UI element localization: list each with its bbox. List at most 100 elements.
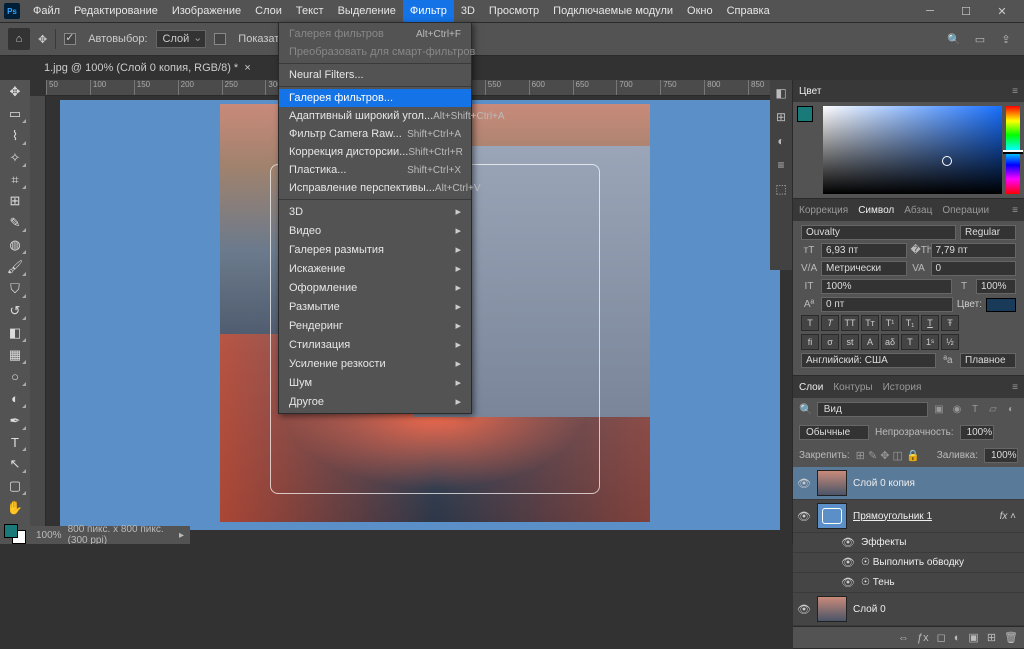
lasso-tool[interactable]: ⌇ (3, 126, 27, 146)
menu-фильтр[interactable]: Фильтр (403, 0, 454, 22)
menuitem[interactable]: Фильтр Camera Raw...Shift+Ctrl+A (279, 125, 471, 143)
kerning[interactable]: Метрически (821, 261, 907, 276)
move-tool[interactable]: ✥ (3, 82, 27, 102)
italic-button[interactable]: T (821, 315, 839, 331)
fx-icon[interactable]: ƒx (917, 632, 929, 644)
stamp-tool[interactable]: ⛉ (3, 279, 27, 299)
share-icon[interactable]: ⇪ (996, 29, 1016, 49)
text-color-swatch[interactable] (986, 298, 1016, 312)
menuitem[interactable]: Искажение▸ (279, 259, 471, 278)
dodge-tool[interactable]: ◐ (3, 389, 27, 409)
bold-button[interactable]: T (801, 315, 819, 331)
menuitem[interactable]: Стилизация▸ (279, 335, 471, 354)
color-spectrum[interactable] (823, 106, 1002, 194)
menuitem[interactable]: Neural Filters... (279, 66, 471, 84)
panel-tab[interactable]: Символ (858, 205, 894, 216)
visibility-icon[interactable]: 👁 (841, 536, 855, 549)
brush-tool[interactable]: 🖌 (3, 257, 27, 277)
eyedropper-tool[interactable]: ✎ (3, 213, 27, 233)
wand-tool[interactable]: ✧ (3, 148, 27, 168)
pen-tool[interactable]: ✒ (3, 411, 27, 431)
menu-файл[interactable]: Файл (26, 0, 67, 22)
filter-icon[interactable]: ▣ (932, 403, 946, 417)
color-swatch[interactable] (4, 524, 26, 544)
search-icon[interactable]: 🔍 (944, 29, 964, 49)
adjust-icon[interactable]: ◐ (954, 632, 961, 644)
font-size[interactable]: 6,93 пт (821, 243, 907, 258)
eraser-tool[interactable]: ◧ (3, 323, 27, 343)
lock-icon[interactable]: ⊞ ✎ ✥ ◫ 🔒 (856, 449, 920, 462)
home-button[interactable]: ⌂ (8, 28, 30, 50)
menu-редактирование[interactable]: Редактирование (67, 0, 165, 22)
lig-button[interactable]: fi (801, 334, 819, 350)
crop-tool[interactable]: ⌗ (3, 170, 27, 190)
dock-icon[interactable]: ⬚ (775, 182, 786, 196)
foreground-swatch[interactable] (797, 106, 813, 122)
font-style[interactable]: Regular (960, 225, 1016, 240)
panel-tab[interactable]: История (883, 382, 922, 393)
menuitem[interactable]: Шум▸ (279, 373, 471, 392)
menuitem[interactable]: Видео▸ (279, 221, 471, 240)
dock-icon[interactable]: ≡ (777, 158, 784, 172)
visibility-icon[interactable]: 👁 (797, 603, 811, 616)
panel-tab[interactable]: Слои (799, 382, 823, 393)
panel-menu-icon[interactable]: ≡ (1012, 86, 1018, 97)
gradient-tool[interactable]: ▦ (3, 345, 27, 365)
menu-выделение[interactable]: Выделение (331, 0, 403, 22)
super-button[interactable]: T¹ (881, 315, 899, 331)
menu-просмотр[interactable]: Просмотр (482, 0, 546, 22)
menu-изображение[interactable]: Изображение (165, 0, 248, 22)
menu-слои[interactable]: Слои (248, 0, 289, 22)
link-icon[interactable]: ⇔ (898, 632, 909, 644)
menuitem[interactable]: 3D▸ (279, 202, 471, 221)
layer-row[interactable]: 👁Слой 0 (793, 593, 1024, 626)
menu-окно[interactable]: Окно (680, 0, 720, 22)
path-tool[interactable]: ↖ (3, 454, 27, 474)
hue-slider[interactable] (1006, 106, 1020, 194)
menuitem[interactable]: Оформление▸ (279, 278, 471, 297)
antialias[interactable]: Плавное (960, 353, 1016, 368)
document-tab[interactable]: 1.jpg @ 100% (Слой 0 копия, RGB/8) * × (34, 58, 261, 78)
layer-row[interactable]: 👁Эффекты (793, 533, 1024, 553)
menuitem[interactable]: Адаптивный широкий угол...Alt+Shift+Ctrl… (279, 107, 471, 125)
mask-icon[interactable]: ◻ (937, 631, 946, 644)
layer-row[interactable]: 👁☉ Выполнить обводку (793, 553, 1024, 573)
marquee-tool[interactable]: ▭ (3, 104, 27, 124)
dock-icon[interactable]: ◐ (777, 134, 784, 148)
menuitem[interactable]: Галерея фильтров... (279, 89, 471, 107)
close-button[interactable]: ✕ (984, 5, 1020, 18)
underline-button[interactable]: T (921, 315, 939, 331)
heal-tool[interactable]: ◍ (3, 235, 27, 255)
panel-tab[interactable]: Контуры (833, 382, 872, 393)
menuitem[interactable]: Размытие▸ (279, 297, 471, 316)
panel-menu-icon[interactable]: ≡ (1012, 205, 1018, 216)
autoselect-dropdown[interactable]: Слой (156, 30, 207, 48)
panel-tab[interactable]: Коррекция (799, 205, 848, 216)
menuitem[interactable]: Усиление резкости▸ (279, 354, 471, 373)
smallcaps-button[interactable]: Tт (861, 315, 879, 331)
shape-tool[interactable]: ▢ (3, 476, 27, 496)
menuitem[interactable]: Исправление перспективы...Alt+Ctrl+V (279, 179, 471, 197)
maximize-button[interactable]: ☐ (948, 5, 984, 18)
layer-filter[interactable]: Вид (817, 402, 928, 417)
panel-tab[interactable]: Операции (942, 205, 989, 216)
blur-tool[interactable]: ○ (3, 367, 27, 387)
language[interactable]: Английский: США (801, 353, 936, 368)
layer-row[interactable]: 👁☉ Тень (793, 573, 1024, 593)
allcaps-button[interactable]: TT (841, 315, 859, 331)
new-icon[interactable]: ⊞ (987, 631, 996, 644)
menuitem[interactable]: Галерея размытия▸ (279, 240, 471, 259)
opacity[interactable]: 100% (960, 425, 994, 440)
dock-icon[interactable]: ⊞ (776, 110, 786, 124)
layer-row[interactable]: 👁Прямоугольник 1fx ˄ (793, 500, 1024, 533)
visibility-icon[interactable]: 👁 (841, 556, 855, 569)
dock-icon[interactable]: ◧ (775, 86, 786, 100)
font-family[interactable]: Ouvalty (801, 225, 956, 240)
menu-справка[interactable]: Справка (720, 0, 777, 22)
visibility-icon[interactable]: 👁 (797, 477, 811, 490)
menuitem[interactable]: Рендеринг▸ (279, 316, 471, 335)
autoselect-checkbox[interactable] (64, 33, 76, 45)
trash-icon[interactable]: 🗑 (1004, 631, 1018, 644)
panel-tab[interactable]: Абзац (904, 205, 932, 216)
menu-3d[interactable]: 3D (454, 0, 482, 22)
